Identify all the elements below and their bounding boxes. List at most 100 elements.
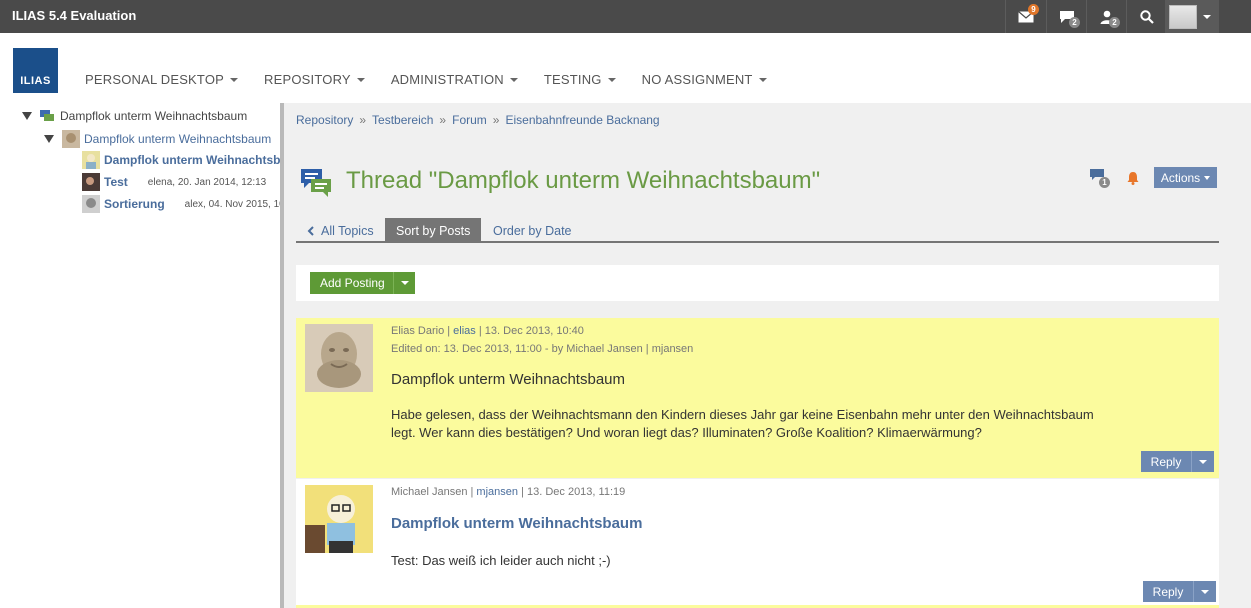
mail-button[interactable]: 9 (1005, 0, 1045, 33)
author-avatar (305, 324, 373, 392)
reply-dropdown[interactable] (1191, 451, 1214, 472)
post-body: Test: Das weiß ich leider auch nicht ;-) (391, 553, 611, 568)
chevron-down-icon (1201, 589, 1209, 594)
add-posting-dropdown[interactable] (393, 272, 415, 294)
actions-label: Actions (1160, 170, 1201, 185)
author-avatar (82, 195, 100, 213)
chevron-down-icon (607, 77, 616, 82)
ilias-logo[interactable]: ILIAS (13, 48, 58, 93)
chat-count-badge: 2 (1069, 17, 1080, 28)
chevron-down-icon (1204, 175, 1211, 180)
forum-post: Elias Dario | elias | 13. Dec 2013, 10:4… (296, 318, 1219, 478)
breadcrumb-repository[interactable]: Repository (296, 113, 353, 127)
post-author: Elias Dario (391, 325, 445, 337)
user-avatar (1169, 4, 1197, 29)
chevron-down-icon (400, 281, 409, 285)
actions-button[interactable]: Actions (1154, 167, 1217, 188)
tab-order-by-date[interactable]: Order by Date (482, 218, 583, 243)
tree-child-label: Dampflok unterm Weihnachtsbaum (84, 132, 272, 146)
post-body: Habe gelesen, dass der Weihnachtsmann de… (391, 407, 1094, 440)
forum-icon (40, 110, 54, 121)
menu-testing[interactable]: TESTING (531, 72, 629, 87)
search-button[interactable] (1126, 0, 1166, 33)
reply-label: Reply (1150, 454, 1182, 469)
expand-triangle-icon[interactable] (22, 112, 32, 120)
menu-administration[interactable]: ADMINISTRATION (378, 72, 531, 87)
breadcrumb: Repository » Testbereich » Forum » Eisenbahnfr… (296, 113, 660, 127)
post-author-login[interactable]: mjansen (476, 486, 518, 498)
meta-separator: | (447, 325, 451, 337)
breadcrumb-separator: » (439, 113, 447, 127)
main-menu: PERSONAL DESKTOP REPOSITORY ADMINISTRATI… (72, 72, 780, 87)
tree-root-label: Dampflok unterm Weihnachtsbaum (60, 109, 248, 123)
meta-separator: | (470, 486, 474, 498)
author-avatar (82, 151, 100, 169)
chevron-down-icon (1203, 14, 1211, 19)
post-author: Michael Jansen (391, 486, 468, 498)
post-date: 13. Dec 2013, 11:19 (526, 486, 626, 498)
post-meta: Michael Jansen | mjansen | 13. Dec 2013,… (391, 486, 625, 498)
add-posting-button[interactable]: Add Posting (310, 272, 415, 294)
menu-personal-desktop[interactable]: PERSONAL DESKTOP (72, 72, 251, 87)
bell-icon[interactable] (1126, 171, 1140, 185)
author-avatar (305, 485, 373, 553)
breadcrumb-testbereich[interactable]: Testbereich (372, 113, 433, 127)
tab-sort-by-posts[interactable]: Sort by Posts (385, 218, 482, 243)
meta-separator: | (645, 343, 649, 355)
tab-all-topics[interactable]: All Topics (296, 218, 385, 243)
search-icon (1139, 9, 1154, 24)
breadcrumb-separator: » (359, 113, 367, 127)
post-edited-text: Edited on: 13. Dec 2013, 11:00 - by Mich… (391, 343, 643, 355)
tree-leaf[interactable]: Sortierung alex, 04. Nov 2015, 10:… (82, 195, 281, 213)
header-icons: 1 (1090, 169, 1140, 188)
tab-label: Sort by Posts (396, 223, 471, 238)
chevron-down-icon (1199, 459, 1207, 464)
post-edited-info: Edited on: 13. Dec 2013, 11:00 - by Mich… (391, 343, 693, 355)
post-title[interactable]: Dampflok unterm Weihnachtsbaum (391, 515, 642, 532)
app-title: ILIAS 5.4 Evaluation (12, 8, 137, 23)
tree-leaf-label: Dampflok unterm Weihnachtsbaum (104, 153, 281, 167)
reply-button[interactable]: Reply (1143, 581, 1216, 602)
tree-leaf[interactable]: Dampflok unterm Weihnachtsbaum (82, 151, 281, 169)
comments-button[interactable]: 1 (1090, 169, 1110, 188)
chevron-left-icon (307, 225, 314, 236)
tree-leaf-meta: elena, 20. Jan 2014, 12:13 (147, 176, 267, 188)
breadcrumb-forum[interactable]: Forum (452, 113, 487, 127)
tab-bar: All Topics Sort by Posts Order by Date (296, 218, 1219, 243)
menu-label: REPOSITORY (264, 72, 351, 87)
author-avatar (82, 173, 100, 191)
contacts-count-badge: 2 (1109, 17, 1120, 28)
reply-button[interactable]: Reply (1141, 451, 1214, 472)
tree-leaf[interactable]: Test elena, 20. Jan 2014, 12:13 (82, 173, 281, 191)
tree-child[interactable]: Dampflok unterm Weihnachtsbaum (44, 130, 271, 148)
meta-separator: | (478, 325, 482, 337)
user-menu-button[interactable] (1165, 0, 1219, 33)
post-date: 13. Dec 2013, 10:40 (484, 325, 584, 337)
add-posting-label: Add Posting (320, 276, 385, 290)
expand-triangle-icon[interactable] (44, 135, 54, 143)
chevron-down-icon (230, 77, 239, 82)
logo-text: ILIAS (20, 75, 51, 87)
chevron-down-icon (356, 77, 365, 82)
menu-no-assignment[interactable]: NO ASSIGNMENT (629, 72, 780, 87)
reply-dropdown[interactable] (1193, 581, 1216, 602)
breadcrumb-separator: » (492, 113, 500, 127)
mail-count-badge: 9 (1028, 4, 1039, 15)
tree-leaf-meta: alex, 04. Nov 2015, 10:… (184, 198, 281, 210)
post-author-login[interactable]: elias (453, 325, 476, 337)
menu-repository[interactable]: REPOSITORY (251, 72, 378, 87)
meta-separator: | (521, 486, 524, 498)
menu-label: TESTING (543, 72, 602, 87)
contacts-button[interactable]: 2 (1086, 0, 1126, 33)
breadcrumb-eisenbahnfreunde[interactable]: Eisenbahnfreunde Backnang (505, 113, 659, 127)
menu-label: ADMINISTRATION (390, 72, 504, 87)
post-editor-login[interactable]: mjansen (652, 343, 694, 355)
tab-label: All Topics (321, 223, 374, 238)
main-content: Repository » Testbereich » Forum » Eisenbahnfr… (284, 103, 1251, 608)
tree-root[interactable]: Dampflok unterm Weihnachtsbaum (22, 109, 247, 123)
chat-button[interactable]: 2 (1046, 0, 1086, 33)
menu-label: NO ASSIGNMENT (641, 72, 753, 87)
top-bar: ILIAS 5.4 Evaluation 9 2 2 (0, 0, 1251, 33)
post-toolbar: Add Posting (296, 265, 1219, 301)
forum-post: Michael Jansen | mjansen | 13. Dec 2013,… (296, 479, 1219, 608)
